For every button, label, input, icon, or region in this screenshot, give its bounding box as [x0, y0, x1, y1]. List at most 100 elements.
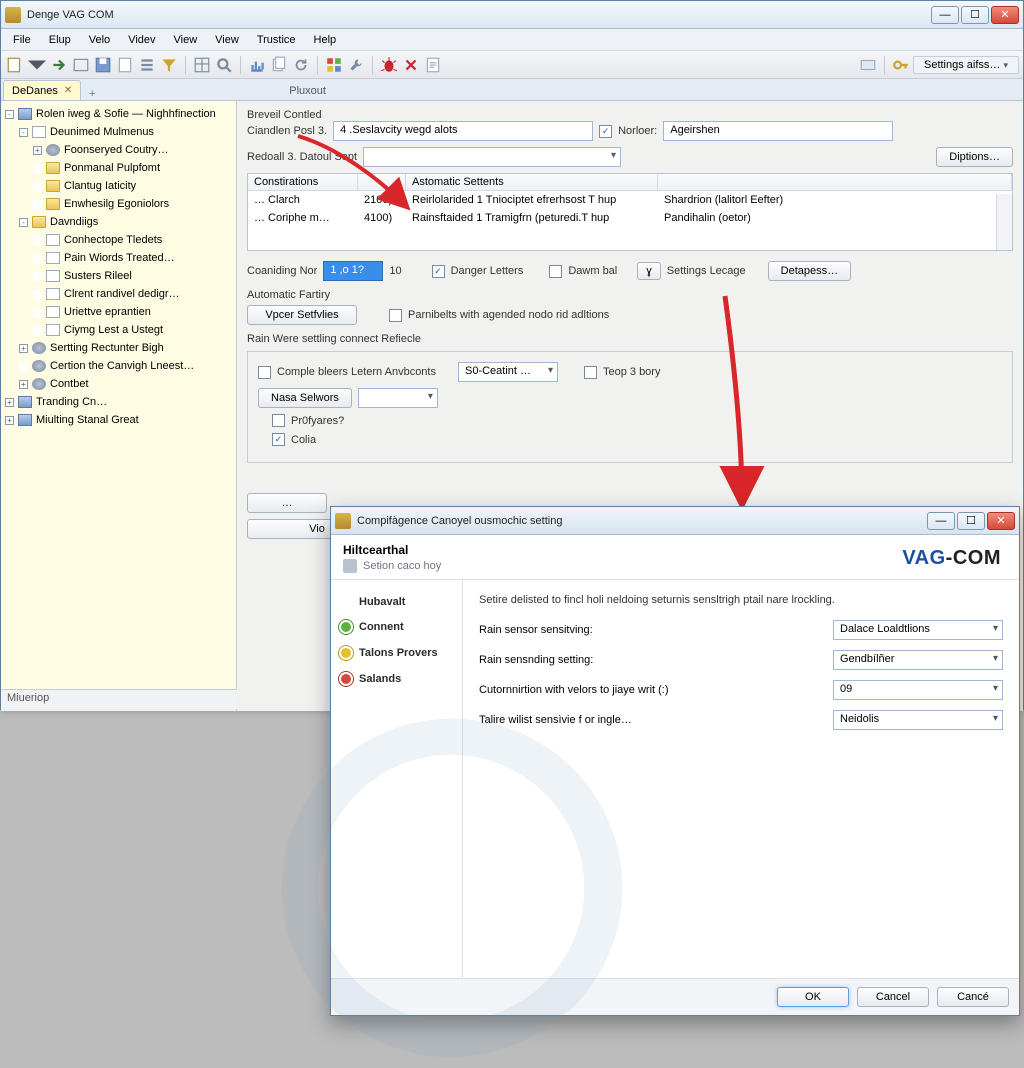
tree-node[interactable]: Pain Wiords Treated…: [3, 249, 234, 267]
nav-connent[interactable]: Connent: [337, 614, 456, 640]
norloer-input[interactable]: Ageirshen: [663, 121, 893, 141]
field-select[interactable]: 09: [833, 680, 1003, 700]
tb-bug-icon[interactable]: [379, 55, 399, 75]
tb-refresh-icon[interactable]: [291, 55, 311, 75]
col-extra[interactable]: [658, 174, 1012, 190]
tree-node[interactable]: -Deunimed Mulmenus: [3, 123, 234, 141]
col-constirations[interactable]: Constirations: [248, 174, 358, 190]
gamma-button[interactable]: ɣ: [637, 262, 661, 280]
menu-help[interactable]: Help: [306, 32, 345, 48]
redoall-select[interactable]: [363, 147, 621, 167]
profyares-check[interactable]: [272, 414, 285, 427]
menu-videv[interactable]: Videv: [120, 32, 163, 48]
tree-node[interactable]: Enwhesilg Egoniolors: [3, 195, 234, 213]
tree-node[interactable]: Clrent randivel dedigr…: [3, 285, 234, 303]
dialog-minimize-button[interactable]: —: [927, 512, 955, 530]
tb-page-icon[interactable]: [115, 55, 135, 75]
settings-dropdown[interactable]: Settings aifss… ▾: [913, 56, 1019, 74]
tree-twisty-icon[interactable]: -: [5, 110, 14, 119]
nav-hubavalt[interactable]: Hubavalt: [337, 590, 456, 614]
vper-button[interactable]: Vpcer Setfvlies: [247, 305, 357, 325]
tb-doc-icon[interactable]: [423, 55, 443, 75]
tree-twisty-icon[interactable]: +: [5, 398, 14, 407]
minimize-button[interactable]: —: [931, 6, 959, 24]
listview[interactable]: Constirations Astomatic Settents … Clarc…: [247, 173, 1013, 251]
list-row[interactable]: … Clarch2100)Reirlolarided 1 Tniociptet …: [248, 191, 1012, 209]
tree-twisty-icon[interactable]: +: [5, 416, 14, 425]
tab-add[interactable]: +: [83, 88, 101, 100]
menu-trustice[interactable]: Trustice: [249, 32, 304, 48]
so-ceatint-select[interactable]: S0-Ceatint …: [458, 362, 558, 382]
tree-node[interactable]: +Contbet: [3, 375, 234, 393]
field-select[interactable]: Neidolis: [833, 710, 1003, 730]
close-button[interactable]: ✕: [991, 6, 1019, 24]
tb-key-icon[interactable]: [891, 55, 911, 75]
menu-file[interactable]: File: [5, 32, 39, 48]
tb-search-icon[interactable]: [214, 55, 234, 75]
tb-chart-icon[interactable]: [247, 55, 267, 75]
maximize-button[interactable]: ☐: [961, 6, 989, 24]
field-select[interactable]: Gendbílñer: [833, 650, 1003, 670]
menu-view1[interactable]: View: [166, 32, 206, 48]
tb-module-icon[interactable]: [858, 55, 878, 75]
tree-twisty-icon[interactable]: -: [19, 218, 28, 227]
tree-node[interactable]: +Tranding Cn…: [3, 393, 234, 411]
parnibets-check[interactable]: [389, 309, 402, 322]
list-vscrollbar[interactable]: [996, 194, 1012, 250]
col-num[interactable]: [358, 174, 406, 190]
detapes-button[interactable]: Detapess…: [768, 261, 851, 281]
tree-node[interactable]: +Sertting Rectunter Bigh: [3, 339, 234, 357]
tb-list-icon[interactable]: [137, 55, 157, 75]
dawnbal-check[interactable]: [549, 265, 562, 278]
nav-salands[interactable]: Salands: [337, 666, 456, 692]
cianden-check[interactable]: [599, 125, 612, 138]
tree-node[interactable]: Uriettve eprantien: [3, 303, 234, 321]
tree-node[interactable]: Ponmanal Pulpfomt: [3, 159, 234, 177]
tree-node[interactable]: -Davndiigs: [3, 213, 234, 231]
coaniding-input[interactable]: 1 ,o 1?: [323, 261, 383, 281]
tb-table-icon[interactable]: [192, 55, 212, 75]
dialog-titlebar[interactable]: Compifàgence Canoyel ousmochic setting —…: [331, 507, 1019, 535]
panel-bottom-button-1[interactable]: …: [247, 493, 327, 513]
menu-velo[interactable]: Velo: [81, 32, 118, 48]
tree-twisty-icon[interactable]: +: [19, 380, 28, 389]
teop-check[interactable]: [584, 366, 597, 379]
tree-node[interactable]: Conhectope Tledets: [3, 231, 234, 249]
tb-new-icon[interactable]: [5, 55, 25, 75]
dialog-maximize-button[interactable]: ☐: [957, 512, 985, 530]
tb-save-icon[interactable]: [93, 55, 113, 75]
tab-dedanes[interactable]: DeDanes ✕: [3, 80, 81, 100]
tb-dropdown-icon[interactable]: [27, 55, 47, 75]
list-headers[interactable]: Constirations Astomatic Settents: [248, 174, 1012, 191]
menu-elup[interactable]: Elup: [41, 32, 79, 48]
tab-close-icon[interactable]: ✕: [64, 85, 72, 96]
tree[interactable]: -Rolen iweg & Sofie — Nighhfinection-Deu…: [1, 101, 236, 433]
cola-check[interactable]: [272, 433, 285, 446]
tb-box1-icon[interactable]: [71, 55, 91, 75]
col-astomatic[interactable]: Astomatic Settents: [406, 174, 658, 190]
tree-node[interactable]: Susters Rileel: [3, 267, 234, 285]
tb-arrow-icon[interactable]: [49, 55, 69, 75]
tree-node[interactable]: Ciymg Lest a Ustegt: [3, 321, 234, 339]
nasa-select[interactable]: [358, 388, 438, 408]
tb-copy-icon[interactable]: [269, 55, 289, 75]
tb-wrench-icon[interactable]: [346, 55, 366, 75]
nav-talons[interactable]: Talons Provers: [337, 640, 456, 666]
tree-twisty-icon[interactable]: -: [19, 128, 28, 137]
dialog-close-button[interactable]: ✕: [987, 512, 1015, 530]
tree-node[interactable]: Clantug Iaticity: [3, 177, 234, 195]
field-select[interactable]: Dalace Loaldtlions: [833, 620, 1003, 640]
tree-node[interactable]: Certion the Canvigh Lneest…: [3, 357, 234, 375]
menu-view2[interactable]: View: [207, 32, 247, 48]
diptions-button[interactable]: Diptions…: [936, 147, 1013, 167]
tree-twisty-icon[interactable]: +: [33, 146, 42, 155]
tree-twisty-icon[interactable]: +: [19, 344, 28, 353]
tb-filter-icon[interactable]: [159, 55, 179, 75]
tb-grid-icon[interactable]: [324, 55, 344, 75]
cancel-button[interactable]: Cancel: [857, 987, 929, 1007]
comple-check[interactable]: [258, 366, 271, 379]
ok-button[interactable]: OK: [777, 987, 849, 1007]
cance-button[interactable]: Cancé: [937, 987, 1009, 1007]
tree-node[interactable]: -Rolen iweg & Sofie — Nighhfinection: [3, 105, 234, 123]
tree-node[interactable]: +Foonseryed Coutry…: [3, 141, 234, 159]
